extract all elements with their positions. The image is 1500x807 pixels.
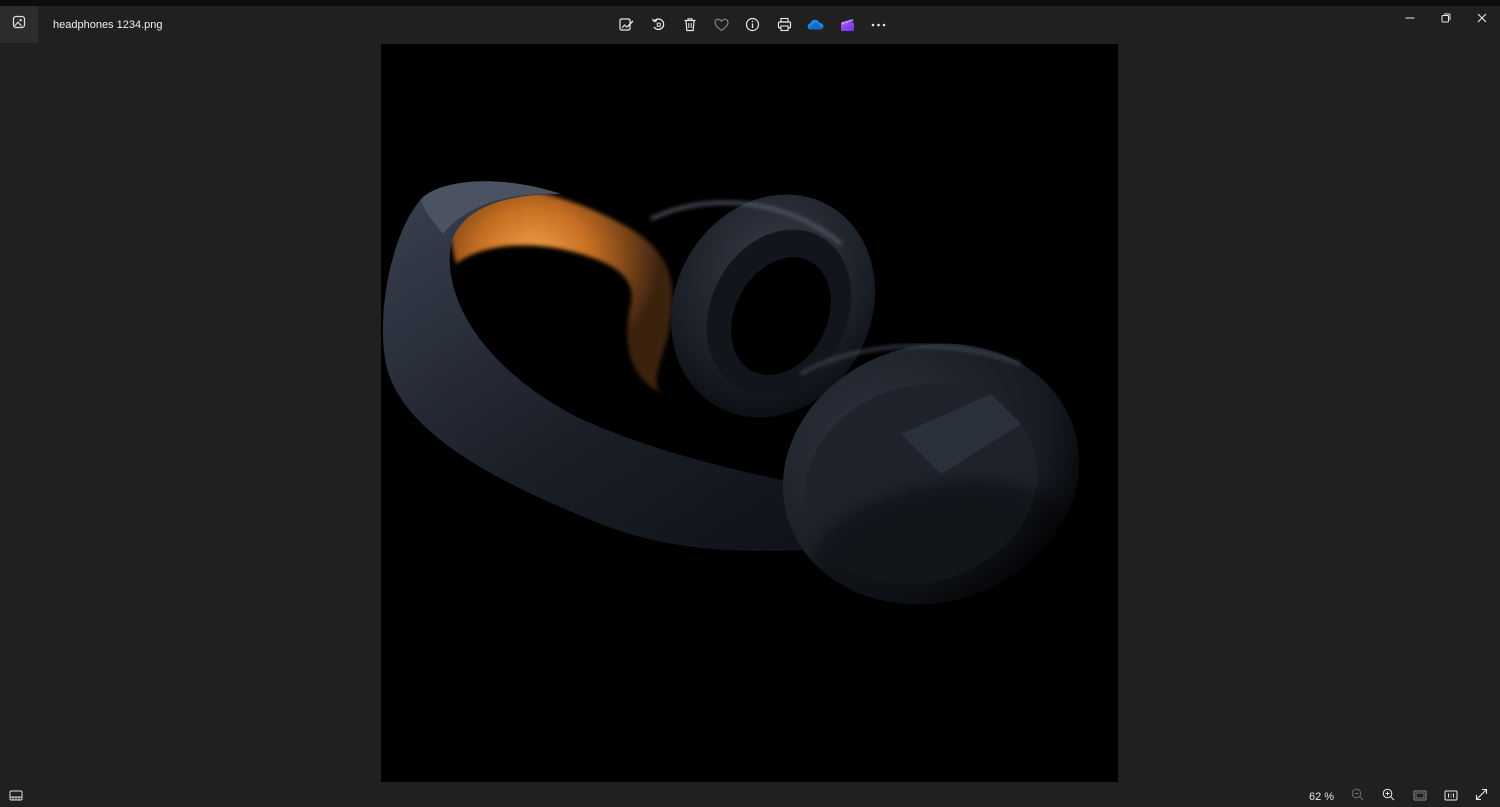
status-bar: 62 % — [0, 785, 1500, 807]
file-info-button[interactable] — [737, 9, 768, 40]
toolbar — [611, 6, 895, 43]
app-menu-button[interactable] — [0, 6, 38, 43]
zoom-in-icon — [1382, 788, 1395, 806]
clipchamp-icon — [840, 18, 855, 32]
rotate-button[interactable] — [643, 9, 674, 40]
expand-icon — [1475, 788, 1488, 806]
heart-icon — [713, 18, 729, 32]
more-icon — [871, 23, 886, 27]
delete-button[interactable] — [674, 9, 705, 40]
zoom-in-button[interactable] — [1373, 787, 1404, 807]
info-icon — [745, 17, 760, 32]
actual-size-icon — [1444, 788, 1458, 806]
image-viewer[interactable] — [0, 43, 1500, 782]
delete-icon — [683, 17, 697, 32]
window-title: headphones 1234.png — [53, 19, 163, 31]
restore-icon — [1441, 10, 1451, 28]
minimize-icon — [1405, 10, 1415, 28]
close-button[interactable] — [1464, 6, 1500, 32]
restore-button[interactable] — [1428, 6, 1464, 32]
actual-size-button[interactable] — [1435, 787, 1466, 807]
edit-image-icon — [619, 17, 634, 32]
close-icon — [1477, 10, 1487, 28]
minimize-button[interactable] — [1392, 6, 1428, 32]
photo-headphones[interactable] — [381, 44, 1118, 782]
fit-to-window-icon — [1413, 788, 1427, 806]
rotate-icon — [651, 17, 666, 32]
window-controls — [1392, 6, 1500, 32]
onedrive-button[interactable] — [800, 9, 831, 40]
headphones-image — [381, 44, 1118, 782]
clipchamp-button[interactable] — [832, 9, 863, 40]
filmstrip-toggle-button[interactable] — [6, 789, 26, 805]
favorite-button[interactable] — [706, 9, 737, 40]
photos-app-icon — [12, 15, 26, 34]
filmstrip-icon — [9, 788, 23, 806]
full-screen-button[interactable] — [1466, 787, 1497, 807]
edit-image-button[interactable] — [611, 9, 642, 40]
zoom-out-icon — [1351, 788, 1364, 806]
zoom-controls — [1342, 787, 1497, 807]
onedrive-icon — [807, 19, 824, 30]
zoom-level: 62 % — [1309, 791, 1335, 803]
zoom-out-button[interactable] — [1342, 787, 1373, 807]
more-button[interactable] — [863, 9, 894, 40]
print-button[interactable] — [769, 9, 800, 40]
fit-to-window-button[interactable] — [1404, 787, 1435, 807]
print-icon — [777, 17, 792, 32]
